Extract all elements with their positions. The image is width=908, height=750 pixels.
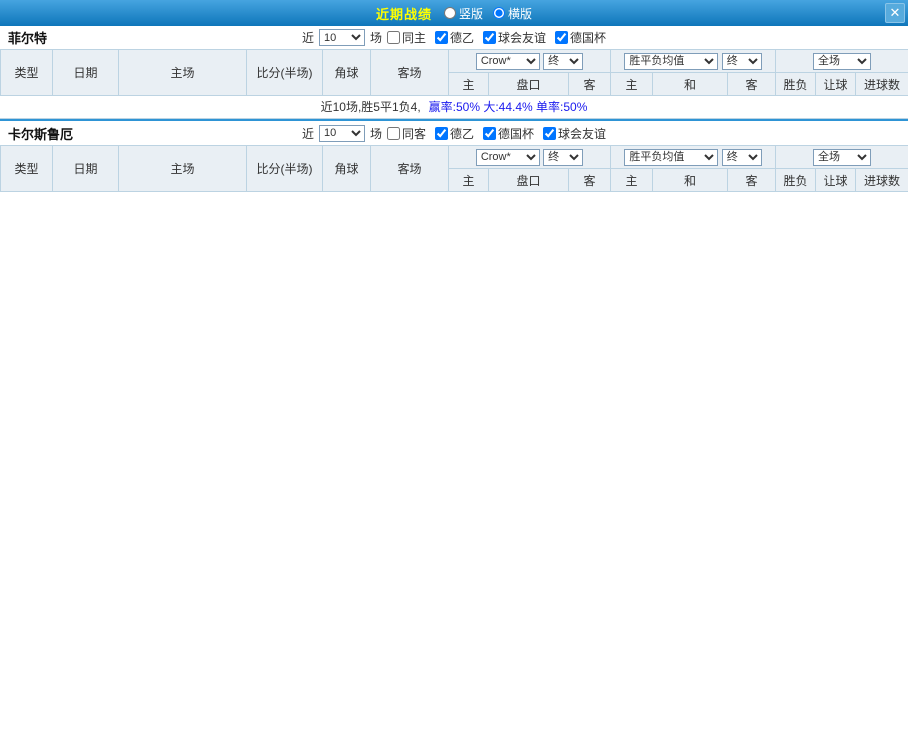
europe-odds-select[interactable]: 胜平负均值 (624, 148, 719, 166)
games-count-select[interactable]: 10 (318, 124, 365, 142)
team-section-furth: 菲尔特 近 10 场 同主 德乙 球会友谊 德国杯 类型 日期 主场 比分(半场) 角… (0, 26, 908, 119)
subcol-euro-draw: 和 (652, 168, 729, 192)
panel-title: 近期战绩 (375, 6, 432, 22)
col-header-home: 主场 (118, 145, 247, 192)
filter-checkbox-0[interactable]: 同主 (386, 29, 426, 46)
col-header-type: 类型 (0, 145, 53, 192)
filter-checkbox-label: 球会友谊 (498, 31, 547, 45)
europe-odds-select[interactable]: 胜平负均值 (624, 52, 719, 70)
subcol-asian-away: 客 (567, 72, 612, 96)
col-header-corner: 角球 (322, 145, 371, 192)
col-header-score: 比分(半场) (246, 145, 323, 192)
europe-time-select[interactable]: 终 (721, 52, 762, 70)
subcol-euro-draw: 和 (652, 72, 729, 96)
summary-prefix: 近10场,胜5平1负4, (320, 100, 421, 114)
scope-select[interactable]: 全场 (813, 52, 872, 70)
subcol-result: 胜负 (775, 72, 817, 96)
col-header-date: 日期 (52, 145, 119, 192)
subcol-handicap: 盘口 (488, 168, 569, 192)
games-label: 场 (369, 31, 382, 45)
close-button[interactable]: ✕ (885, 3, 905, 23)
scope-select[interactable]: 全场 (813, 148, 872, 166)
col-header-home: 主场 (118, 49, 247, 96)
asian-odds-header-cell: Crow* 终 (447, 49, 612, 73)
filter-checkbox-label: 德国杯 (570, 31, 607, 45)
layout-radio-horizontal[interactable]: 横版 (493, 5, 532, 22)
scope-header-cell: 全场 (775, 145, 908, 169)
scope-header-cell: 全场 (775, 49, 908, 73)
layout-radio-vertical[interactable]: 竖版 (443, 5, 483, 22)
filter-checkbox-label: 德国杯 (498, 126, 535, 141)
asian-odds-header-cell: Crow* 终 (447, 145, 612, 169)
filter-checkbox-3[interactable]: 德国杯 (555, 29, 606, 46)
europe-odds-header-cell: 胜平负均值 终 (610, 145, 777, 169)
col-header-score: 比分(半场) (246, 49, 323, 96)
col-header-corner: 角球 (322, 49, 371, 96)
filter-checkbox-label: 同客 (401, 126, 426, 141)
europe-time-select[interactable]: 终 (721, 148, 762, 166)
filter-checkbox-label: 德乙 (450, 126, 475, 141)
subcol-handicap-result: 让球 (815, 168, 857, 192)
odds-time-select[interactable]: 终 (543, 52, 584, 70)
col-header-away: 客场 (370, 145, 449, 192)
subcol-euro-home: 主 (610, 168, 654, 192)
subcol-euro-away: 客 (727, 168, 777, 192)
summary-row: 近10场,胜5平1负4, 赢率:50% 大:44.4% 单率:50% (0, 96, 908, 119)
games-count-select[interactable]: 10 (318, 29, 365, 46)
results-table-karlsruhe: 类型 日期 主场 比分(半场) 角球 客场 Crow* 终 胜平负均值 终 全场 (0, 145, 908, 192)
results-table-furth: 类型 日期 主场 比分(半场) 角球 客场 Crow* 终 胜平负均值 终 全场 (0, 49, 908, 96)
filter-checkbox-0[interactable]: 同客 (386, 125, 426, 142)
subcol-euro-home: 主 (610, 72, 654, 96)
subcol-asian-home: 主 (448, 168, 489, 192)
team-section-karlsruhe: 卡尔斯鲁厄 近 10 场 同客 德乙 德国杯 球会友谊 类型 日期 主场 比分(半场)… (0, 119, 908, 192)
league-filters: 同客 德乙 德国杯 球会友谊 (386, 125, 606, 142)
subcol-handicap: 盘口 (488, 72, 569, 96)
filter-checkbox-label: 球会友谊 (558, 126, 607, 141)
filter-checkbox-1[interactable]: 德乙 (435, 125, 474, 142)
subcol-asian-away: 客 (567, 168, 612, 192)
layout-radio-label: 横版 (508, 6, 533, 21)
filter-checkbox-1[interactable]: 德乙 (435, 29, 474, 46)
layout-radio-group: 竖版 横版 (443, 5, 532, 22)
filter-checkbox-3[interactable]: 球会友谊 (543, 125, 606, 142)
near-label: 近 (301, 126, 314, 141)
col-header-away: 客场 (370, 49, 449, 96)
odds-company-select[interactable]: Crow* (475, 52, 540, 70)
filter-checkbox-2[interactable]: 德国杯 (483, 125, 534, 142)
filterbar-karlsruhe: 卡尔斯鲁厄 近 10 场 同客 德乙 德国杯 球会友谊 (0, 119, 908, 145)
subcol-goals-result: 进球数 (855, 72, 908, 96)
odds-time-select[interactable]: 终 (543, 148, 584, 166)
games-label: 场 (369, 126, 382, 141)
col-header-type: 类型 (0, 49, 53, 96)
team-name: 卡尔斯鲁厄 (8, 126, 74, 142)
subcol-handicap-result: 让球 (815, 72, 857, 96)
team-name: 菲尔特 (8, 31, 48, 46)
filterbar-furth: 菲尔特 近 10 场 同主 德乙 球会友谊 德国杯 (0, 26, 908, 49)
subcol-result: 胜负 (775, 168, 817, 192)
col-header-date: 日期 (52, 49, 119, 96)
europe-odds-header-cell: 胜平负均值 终 (610, 49, 777, 73)
panel-titlebar: 近期战绩 竖版 横版 ✕ (0, 0, 908, 26)
near-label: 近 (301, 31, 314, 45)
summary-stats: 赢率:50% 大:44.4% 单率:50% (428, 100, 588, 114)
subcol-euro-away: 客 (727, 72, 777, 96)
league-filters: 同主 德乙 球会友谊 德国杯 (386, 29, 606, 46)
filter-checkbox-2[interactable]: 球会友谊 (483, 29, 546, 46)
filter-checkbox-label: 德乙 (450, 31, 475, 45)
subcol-goals-result: 进球数 (855, 168, 908, 192)
layout-radio-label: 竖版 (458, 6, 483, 21)
subcol-asian-home: 主 (448, 72, 489, 96)
odds-company-select[interactable]: Crow* (475, 148, 540, 166)
filter-checkbox-label: 同主 (401, 31, 426, 45)
